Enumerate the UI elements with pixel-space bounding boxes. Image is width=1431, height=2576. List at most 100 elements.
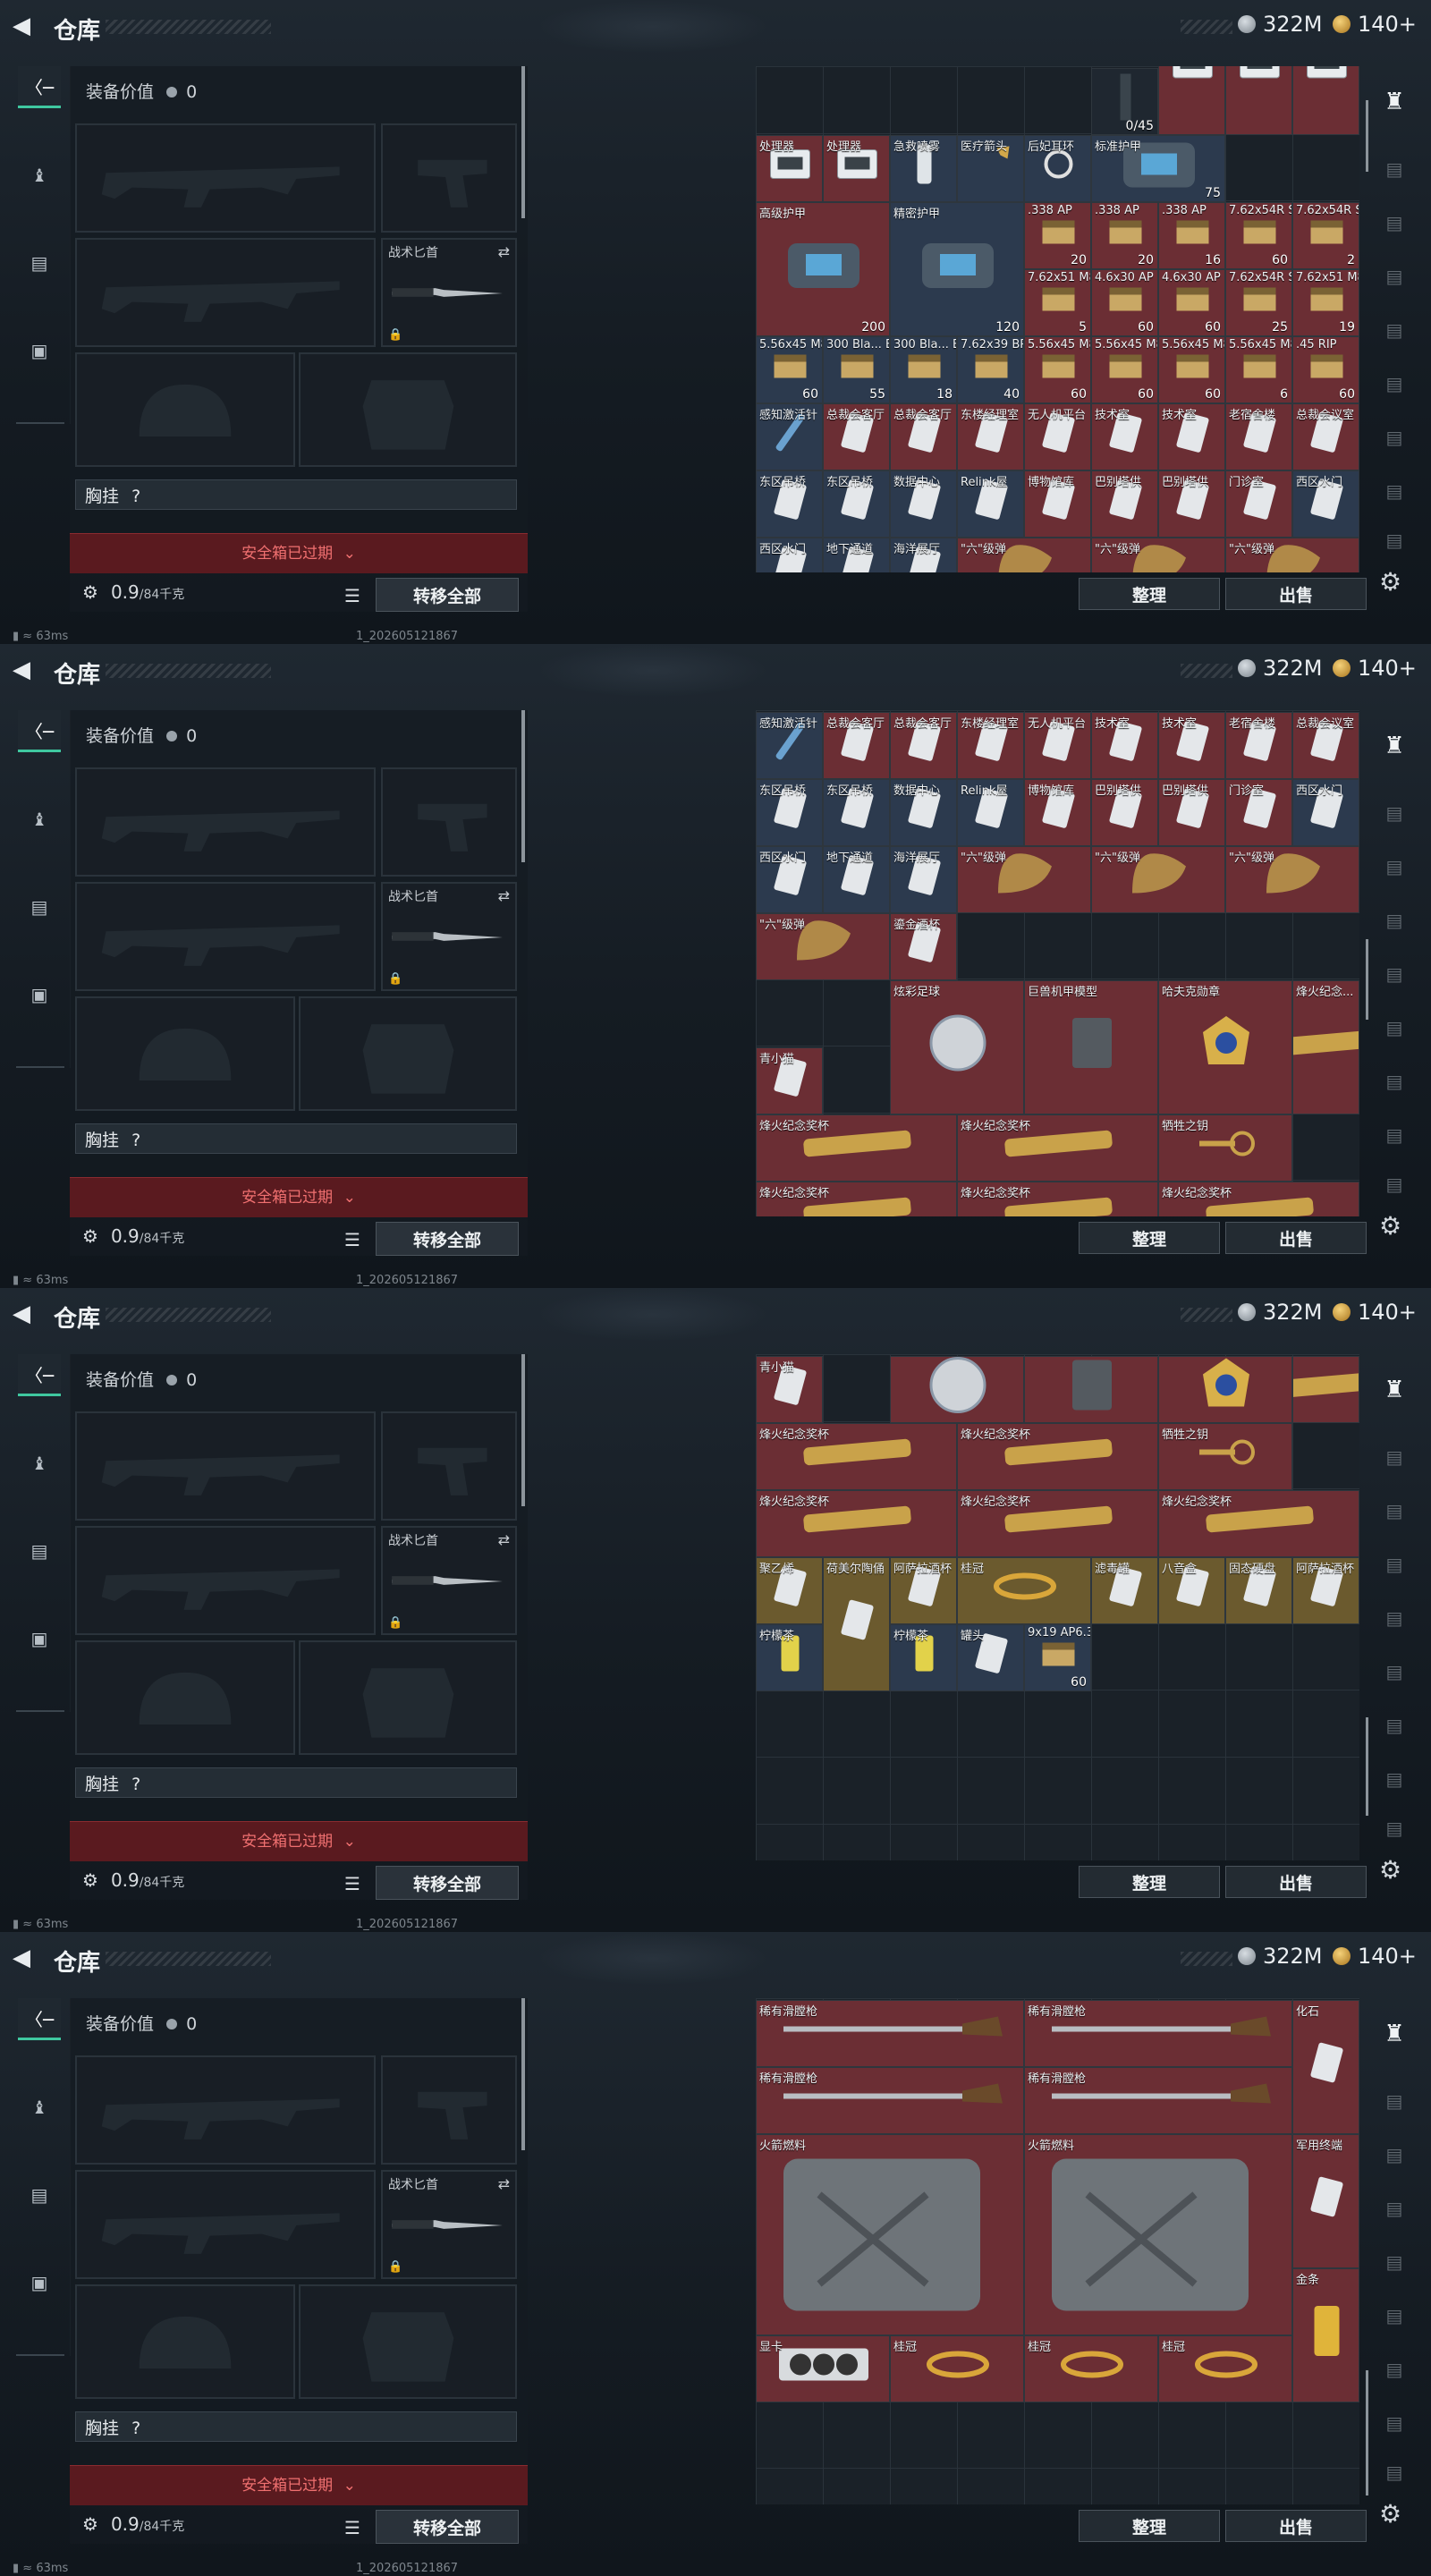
gold-currency[interactable]: 140+ <box>1333 1300 1417 1325</box>
stash-item[interactable]: 阿萨拉酒杯 <box>890 1557 957 1624</box>
stash-item[interactable]: 处理器 <box>756 135 823 202</box>
stash-item[interactable]: 无人机平台 <box>1024 712 1091 779</box>
briefcase-icon[interactable]: ▣ <box>18 1619 61 1658</box>
stash-item[interactable]: 牺牲之钥 <box>1158 1423 1292 1490</box>
helmet-icon[interactable]: ♝ <box>18 156 61 195</box>
primary-weapon-slot[interactable] <box>75 1411 376 1521</box>
stash-item[interactable] <box>1024 1356 1158 1423</box>
equipment-scrollbar[interactable] <box>521 1998 525 2150</box>
sort-button[interactable]: 整理 <box>1079 578 1220 610</box>
stash-page-icon[interactable]: ▤ <box>1373 1600 1416 1636</box>
stash-item[interactable]: 聚乙烯 <box>756 1557 823 1624</box>
primary-weapon-slot[interactable] <box>75 767 376 877</box>
stash-page-icon[interactable]: ▤ <box>1373 2190 1416 2226</box>
armor-slot[interactable] <box>299 2284 517 2399</box>
stash-item[interactable]: 巴别塔供 <box>1091 470 1158 538</box>
stash-home-icon[interactable]: ♜ <box>1373 2016 1416 2052</box>
stash-item[interactable]: 处理器 <box>1158 66 1225 135</box>
stash-item[interactable]: 5.56x45 M855 60 <box>756 336 823 403</box>
stash-item[interactable]: 东区吊桥 <box>823 779 890 846</box>
stash-item[interactable]: "六"级弹 <box>1225 846 1359 913</box>
stash-item[interactable]: 八音盒 <box>1158 1557 1225 1624</box>
stash-item[interactable]: 烽火纪念奖杯 <box>756 1182 957 1216</box>
back-arrow-icon[interactable]: ◀ <box>13 658 36 682</box>
stash-item[interactable]: 稀有滑膛枪 <box>756 2067 1024 2134</box>
gold-currency[interactable]: 140+ <box>1333 12 1417 37</box>
stash-page-icon[interactable]: ▤ <box>1373 795 1416 831</box>
stash-item[interactable]: 感知激活针 <box>756 403 823 470</box>
stash-item[interactable]: "六"级弹 <box>957 538 1091 572</box>
stash-item[interactable]: 金条 <box>1292 2268 1359 2402</box>
stash-item[interactable]: .338 AP 20 <box>1024 202 1091 269</box>
chest-rig-slot[interactable]: 胸挂 ? <box>75 479 517 510</box>
stash-item[interactable]: 柠檬茶 <box>756 1624 823 1691</box>
stash-item[interactable]: 处理器 <box>1225 66 1292 135</box>
chest-rig-slot[interactable]: 胸挂 ? <box>75 1123 517 1154</box>
gold-currency[interactable]: 140+ <box>1333 1944 1417 1969</box>
stash-item[interactable]: 巨兽机甲模型 <box>1024 980 1158 1114</box>
stash-page-icon[interactable]: ▤ <box>1373 258 1416 294</box>
stash-item[interactable]: 桂冠 <box>890 2335 1024 2402</box>
sort-button[interactable]: 整理 <box>1079 2510 1220 2542</box>
stash-item[interactable]: 东区吊桥 <box>756 779 823 846</box>
stash-item[interactable]: 总裁会客厅 <box>890 712 957 779</box>
stash-page-icon[interactable]: ▤ <box>1373 902 1416 938</box>
back-arrow-icon[interactable]: ◀ <box>13 14 36 38</box>
stash-item[interactable]: 烽火纪念奖杯 <box>957 1182 1158 1216</box>
stash-item[interactable]: 东楼经理室 <box>957 712 1024 779</box>
pistol-icon[interactable]: 〈─ <box>18 66 61 108</box>
stash-item[interactable]: 博物馆库 <box>1024 470 1091 538</box>
stash-item[interactable]: 9x19 AP6.3 60 <box>1024 1624 1091 1691</box>
stash-page-icon[interactable]: ▤ <box>1373 1761 1416 1797</box>
gear-icon[interactable]: ⚙ <box>1379 2499 1401 2529</box>
primary-weapon-slot[interactable] <box>75 2055 376 2165</box>
stash-item[interactable]: 4.6x30 AP 60 <box>1158 269 1225 336</box>
stash-item[interactable]: 7.62x39 BP 40 <box>957 336 1024 403</box>
stash-page-icon[interactable]: ▤ <box>1373 205 1416 241</box>
stash-item[interactable]: 标准护甲 75 <box>1091 135 1225 202</box>
helmet-slot[interactable] <box>75 352 295 467</box>
stash-item[interactable]: 西区水门 <box>756 538 823 572</box>
stash-page-icon[interactable]: ▤ <box>1373 312 1416 348</box>
melee-slot[interactable]: 战术匕首 ⇄ 🔒 <box>381 2170 517 2279</box>
secondary-weapon-slot[interactable] <box>75 238 376 347</box>
stash-item[interactable]: 军用终端 <box>1292 2134 1359 2268</box>
helmet-slot[interactable] <box>75 2284 295 2399</box>
stash-page-icon[interactable]: ▤ <box>1373 2298 1416 2334</box>
stash-item[interactable]: 巴别塔供 <box>1158 470 1225 538</box>
stash-page-icon[interactable]: ▤ <box>1373 366 1416 402</box>
stash-item[interactable]: 5.56x45 M855A1 60 <box>1158 336 1225 403</box>
safebox-expired-banner[interactable]: 安全箱已过期 ⌄ <box>70 1821 528 1861</box>
stash-page-icon[interactable]: ▤ <box>1373 1063 1416 1099</box>
pistol-slot[interactable] <box>381 123 517 233</box>
safebox-expired-banner[interactable]: 安全箱已过期 ⌄ <box>70 1177 528 1217</box>
stash-item[interactable]: 柠檬茶 <box>890 1624 957 1691</box>
stash-page-icon[interactable]: ▤ <box>1373 1654 1416 1690</box>
armor-slot[interactable] <box>299 996 517 1111</box>
stash-page-icon[interactable]: ▤ <box>1373 956 1416 992</box>
stash-page-icon[interactable]: ▤ <box>1373 151 1416 187</box>
stash-page-icon[interactable]: ▤ <box>1373 2244 1416 2280</box>
helmet-slot[interactable] <box>75 996 295 1111</box>
melee-slot[interactable]: 战术匕首 ⇄ 🔒 <box>381 238 517 347</box>
stash-item[interactable]: 烽火纪念... <box>1292 980 1359 1114</box>
stash-item[interactable]: 7.62x54R SNB 60 <box>1225 202 1292 269</box>
list-icon[interactable]: ☰ <box>336 1868 368 1900</box>
stash-item[interactable] <box>890 1356 1024 1423</box>
armor-slot[interactable] <box>299 352 517 467</box>
stash-item[interactable]: 罐头 <box>957 1624 1024 1691</box>
transfer-all-button[interactable]: 转移全部 <box>376 1222 519 1256</box>
armor-slot[interactable] <box>299 1640 517 1755</box>
sell-button[interactable]: 出售 <box>1225 578 1367 610</box>
stash-item[interactable]: 烽火纪念奖杯 <box>756 1114 957 1182</box>
stash-item[interactable]: 烽火纪念奖杯 <box>1158 1490 1359 1557</box>
transfer-all-button[interactable]: 转移全部 <box>376 1866 519 1900</box>
equipment-scrollbar[interactable] <box>521 1354 525 1506</box>
stash-home-icon[interactable]: ♜ <box>1373 1372 1416 1408</box>
secondary-weapon-slot[interactable] <box>75 882 376 991</box>
gear-icon[interactable]: ⚙ <box>1379 567 1401 597</box>
transfer-all-button[interactable]: 转移全部 <box>376 2510 519 2544</box>
stash-item[interactable]: 门诊室 <box>1225 779 1292 846</box>
stash-item[interactable]: 老宿舍楼 <box>1225 712 1292 779</box>
vest-icon[interactable]: ▤ <box>18 887 61 927</box>
